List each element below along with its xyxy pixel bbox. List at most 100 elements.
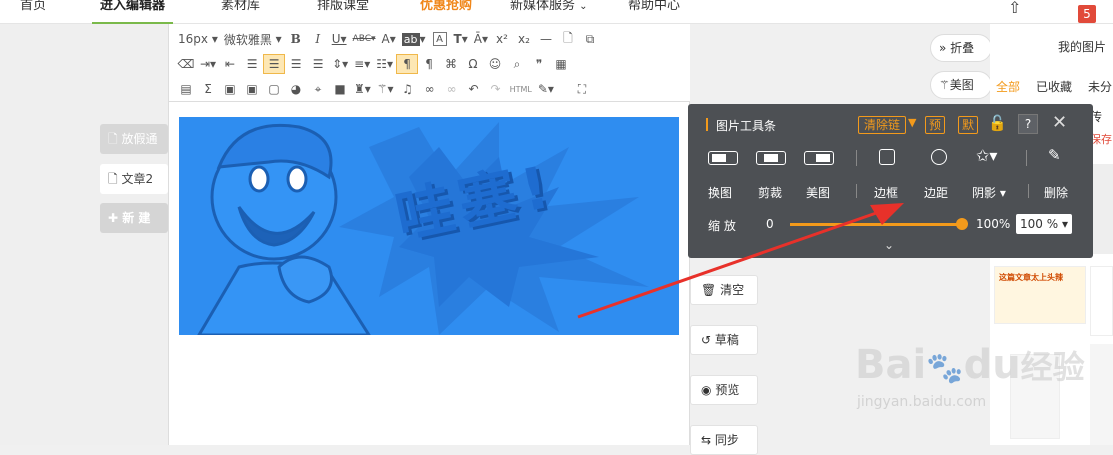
nav-media-service[interactable]: 新媒体服务 ⌄ [510, 0, 588, 24]
nav-editor[interactable]: 进入编辑器 [92, 0, 174, 24]
unlock-icon[interactable]: 🔓 [988, 114, 1007, 132]
sticker-thumbnail[interactable]: 这篇文章太上头辣 [994, 266, 1086, 324]
outdent-icon[interactable]: ⇤ [219, 54, 241, 74]
layout-right-icon[interactable] [804, 151, 834, 165]
rtl-direction-icon[interactable]: ¶ [418, 54, 440, 74]
thumbnail-item[interactable] [1090, 266, 1113, 336]
eraser-icon[interactable]: ⌫ [175, 54, 197, 74]
subscript-button[interactable]: x₂ [513, 29, 535, 49]
emoji-icon[interactable]: ☺ [484, 54, 506, 74]
ltr-direction-icon[interactable]: ¶ [396, 54, 419, 74]
line-height-icon[interactable]: ⇕▾ [329, 54, 351, 74]
layout-left-icon[interactable] [708, 151, 738, 165]
frame-icon[interactable]: ▢ [263, 79, 285, 99]
nav-deals[interactable]: 优惠抢购 [420, 0, 472, 24]
nav-help[interactable]: 帮助中心 [628, 0, 680, 24]
zoom-select[interactable]: 100 % ▾ [1016, 214, 1072, 234]
document-icon: 🗋 [108, 172, 118, 186]
edit-box-icon[interactable]: ⧉ [579, 29, 601, 49]
fold-button[interactable]: » 折叠 [930, 34, 992, 62]
thumbnail-item[interactable] [1010, 354, 1060, 439]
unlink-icon[interactable]: ∞ [441, 79, 463, 99]
special-char-button[interactable]: Ω [462, 54, 484, 74]
clear-chain-button[interactable]: 清除链 [858, 116, 906, 134]
meitu-button[interactable]: ⚚美图 [930, 71, 992, 99]
font-color-button[interactable]: A ▾ [379, 29, 399, 49]
align-justify-icon[interactable]: ☰ [307, 54, 329, 74]
letter-spacing-button[interactable]: Ā▾ [471, 29, 491, 49]
underline-button[interactable]: U ▾ [329, 29, 350, 49]
indent-icon[interactable]: ⇥▾ [197, 54, 219, 74]
redo-icon[interactable]: ↷ [485, 79, 507, 99]
new-article-button[interactable]: ✚ 新 建 [100, 203, 168, 233]
strikethrough-button[interactable]: ABC ▾ [350, 29, 379, 49]
music-icon[interactable]: ♫ [397, 79, 419, 99]
palette-icon[interactable]: ◕ [285, 79, 307, 99]
tab-saved[interactable]: 已收藏 [1036, 78, 1072, 95]
nav-home[interactable]: 首页 [20, 0, 46, 24]
font-size-select[interactable]: 16px ▾ [175, 29, 221, 49]
html-button[interactable]: HTML [507, 79, 535, 99]
notification-badge[interactable]: 5 [1078, 5, 1096, 23]
text-border-button[interactable]: A [432, 32, 447, 46]
list-icon[interactable]: ☷▾ [373, 54, 396, 74]
undo-icon[interactable]: ↶ [463, 79, 485, 99]
tab-unsorted[interactable]: 未分 [1088, 78, 1112, 95]
quote-icon[interactable]: ❞ [528, 54, 550, 74]
editor-toolbar: 16px ▾ 微软雅黑 ▾ B I U ▾ ABC ▾ A ▾ ab ▾ A T ▾ Ā▾… [169, 24, 691, 102]
shadow-button[interactable]: 阴影 ▾ [972, 184, 1006, 201]
nav-materials[interactable]: 素材库 [221, 0, 260, 24]
nav-layout-class[interactable]: 排版课堂 [317, 0, 369, 24]
sigma-icon[interactable]: Σ [197, 79, 219, 99]
multi-image-icon[interactable]: ▣ [241, 79, 263, 99]
italic-button[interactable]: I [307, 29, 329, 49]
dropdown-arrow-icon[interactable]: ▼ [908, 116, 916, 129]
sync-button[interactable]: ⇆ 同步 [690, 425, 758, 455]
thumbnail-item[interactable] [1090, 164, 1113, 254]
align-right-icon[interactable]: ☰ [285, 54, 307, 74]
up-arrow-icon[interactable]: ⇧ [1008, 0, 1021, 17]
table-icon[interactable]: ▦ [550, 54, 572, 74]
magic-wand-icon[interactable]: ⚚▾ [374, 79, 397, 99]
draft-button[interactable]: ↺ 草稿 [690, 325, 758, 355]
eyedropper-icon[interactable]: ✎ [1048, 146, 1061, 164]
bg-color-button[interactable]: ab ▾ [399, 29, 429, 49]
padding-button[interactable]: 边距 [924, 184, 948, 201]
circle-icon[interactable] [931, 149, 947, 165]
new-article-label: 新 建 [122, 211, 151, 225]
preview-button[interactable]: ◉ 预览 [690, 375, 758, 405]
stamp-icon[interactable]: ♜▾ [351, 79, 374, 99]
align-center-icon[interactable]: ☰ [263, 54, 286, 74]
delete-button[interactable]: 删除 [1044, 184, 1068, 201]
align-left-icon[interactable]: ☰ [241, 54, 263, 74]
article-item-2[interactable]: 🗋 文章2 [100, 164, 168, 194]
video-icon[interactable]: ■ [329, 79, 351, 99]
rounded-square-icon[interactable] [879, 149, 895, 165]
help-icon[interactable]: ? [1018, 114, 1038, 134]
tab-all[interactable]: 全部 [996, 78, 1020, 95]
preset-button[interactable]: 预 [925, 116, 945, 134]
edit-format-icon[interactable]: ✎▾ [535, 79, 557, 99]
text-style-button[interactable]: T ▾ [451, 29, 471, 49]
superscript-button[interactable]: x² [491, 29, 513, 49]
page-icon[interactable]: 🗋 [557, 29, 579, 49]
bold-button[interactable]: B [285, 29, 307, 49]
zoom-slider-handle[interactable] [956, 218, 968, 230]
location-icon[interactable]: ⌖ [307, 79, 329, 99]
horizontal-rule-icon[interactable]: — [535, 29, 557, 49]
article-item-holiday[interactable]: 🗋 放假通 [100, 124, 168, 154]
save-link[interactable]: 保存 [1090, 131, 1112, 147]
thumbnail-item[interactable] [1090, 344, 1113, 445]
fullscreen-icon[interactable]: ⛶ [571, 79, 593, 99]
link-icon[interactable]: ∞ [419, 79, 441, 99]
font-family-select[interactable]: 微软雅黑 ▾ [221, 29, 285, 49]
paragraph-spacing-icon[interactable]: ≡▾ [351, 54, 373, 74]
search-icon[interactable]: ⌕ [506, 54, 528, 74]
word-import-icon[interactable]: ▤ [175, 79, 197, 99]
image-icon[interactable]: ▣ [219, 79, 241, 99]
default-button[interactable]: 默 [958, 116, 978, 134]
layout-center-icon[interactable] [756, 151, 786, 165]
format-brush-icon[interactable]: ⌘ [440, 54, 462, 74]
close-icon[interactable]: ✕ [1052, 112, 1067, 133]
custom-shape-icon[interactable]: ✩▾ [976, 146, 997, 165]
